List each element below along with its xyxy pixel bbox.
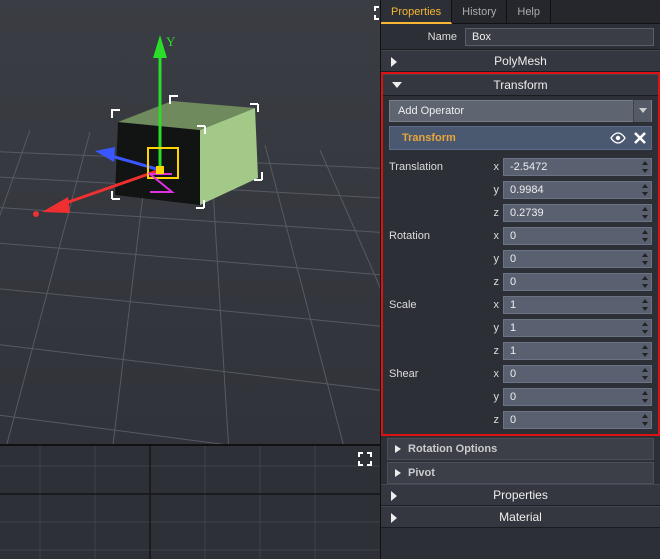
scale-label: Scale	[389, 299, 489, 311]
properties-panel: Properties History Help Name PolyMesh Tr…	[380, 0, 660, 559]
spinner-arrows[interactable]	[639, 343, 651, 359]
add-operator-label: Add Operator	[390, 105, 633, 117]
shear-z-input[interactable]	[503, 411, 652, 429]
cube-object	[112, 96, 262, 208]
chevron-right-icon	[389, 56, 399, 68]
spinner-arrows[interactable]	[639, 366, 651, 382]
section-transform[interactable]: Transform	[383, 74, 658, 96]
shear-label: Shear	[389, 368, 489, 380]
section-label: Properties	[493, 488, 548, 502]
close-icon[interactable]	[629, 127, 651, 149]
translation-z-input[interactable]	[503, 204, 652, 222]
rotation-z-input[interactable]	[503, 273, 652, 291]
axis-z-label: z	[489, 207, 503, 219]
section-pivot[interactable]: Pivot	[387, 462, 654, 484]
section-label: Pivot	[408, 467, 435, 479]
shear-x-input[interactable]	[503, 365, 652, 383]
operator-transform-label: Transform	[390, 132, 607, 144]
rotation-y-input[interactable]	[503, 250, 652, 268]
spinner-arrows[interactable]	[639, 389, 651, 405]
operator-transform-row[interactable]: Transform	[389, 126, 652, 150]
spinner-arrows[interactable]	[639, 274, 651, 290]
chevron-right-icon	[394, 468, 402, 478]
transform-section-highlight: Transform Add Operator Transform	[381, 72, 660, 436]
viewport-scene: Y	[0, 0, 380, 444]
spinner-arrows[interactable]	[639, 412, 651, 428]
chevron-right-icon	[389, 512, 399, 524]
chevron-right-icon	[389, 490, 399, 502]
section-label: Material	[499, 510, 542, 524]
section-label: Rotation Options	[408, 443, 497, 455]
section-label: PolyMesh	[494, 54, 547, 68]
spinner-arrows[interactable]	[639, 320, 651, 336]
translation-y-input[interactable]	[503, 181, 652, 199]
fullscreen-icon[interactable]	[358, 452, 372, 469]
spinner-arrows[interactable]	[639, 251, 651, 267]
rotation-label: Rotation	[389, 230, 489, 242]
scale-z-input[interactable]	[503, 342, 652, 360]
rotation-x-input[interactable]	[503, 227, 652, 245]
section-rotation-options[interactable]: Rotation Options	[387, 438, 654, 460]
chevron-down-icon	[633, 100, 651, 122]
translation-x-input[interactable]	[503, 158, 652, 176]
translation-label: Translation	[389, 161, 489, 173]
secondary-viewport[interactable]	[0, 444, 380, 559]
spinner-arrows[interactable]	[639, 182, 651, 198]
tab-properties[interactable]: Properties	[381, 0, 452, 24]
eye-icon[interactable]	[607, 127, 629, 149]
spinner-arrows[interactable]	[639, 297, 651, 313]
add-operator-dropdown[interactable]: Add Operator	[389, 100, 652, 122]
scale-y-input[interactable]	[503, 319, 652, 337]
spinner-arrows[interactable]	[639, 205, 651, 221]
name-input[interactable]	[465, 28, 654, 46]
tab-history[interactable]: History	[452, 0, 507, 24]
chevron-right-icon	[394, 444, 402, 454]
chevron-down-icon	[391, 80, 403, 90]
scale-x-input[interactable]	[503, 296, 652, 314]
ortho-grid	[0, 446, 380, 559]
shear-y-input[interactable]	[503, 388, 652, 406]
axis-x-label: x	[489, 161, 503, 173]
name-label: Name	[381, 31, 465, 43]
svg-text:Y: Y	[166, 34, 176, 49]
axis-y-label: y	[489, 184, 503, 196]
spinner-arrows[interactable]	[639, 228, 651, 244]
3d-viewport[interactable]: Y	[0, 0, 380, 444]
section-polymesh[interactable]: PolyMesh	[381, 50, 660, 72]
section-material[interactable]: Material	[381, 506, 660, 528]
section-label: Transform	[493, 78, 547, 92]
spinner-arrows[interactable]	[639, 159, 651, 175]
section-properties[interactable]: Properties	[381, 484, 660, 506]
tab-help[interactable]: Help	[507, 0, 551, 24]
